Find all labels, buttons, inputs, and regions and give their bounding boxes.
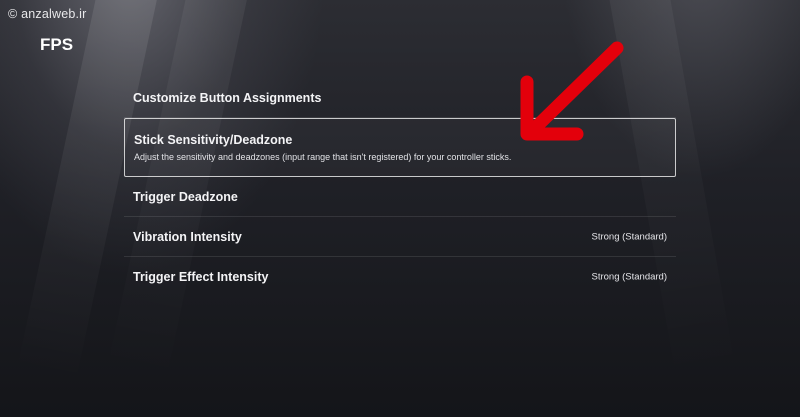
menu-item-label: Trigger Deadzone [133,189,238,204]
menu-item-description: Adjust the sensitivity and deadzones (in… [134,152,512,162]
menu-item-value: Strong (Standard) [591,231,667,242]
menu-item-value: Strong (Standard) [591,271,667,283]
menu-item-label: Trigger Effect Intensity [133,270,269,284]
menu-item-trigger-deadzone[interactable]: Trigger Deadzone [124,177,676,217]
menu-item-trigger-effect-intensity[interactable]: Trigger Effect Intensity Strong (Standar… [124,257,676,297]
page-title: FPS [40,35,74,54]
menu-item-vibration-intensity[interactable]: Vibration Intensity Strong (Standard) [124,217,676,257]
arrow-icon [520,41,624,141]
menu-item-label: Vibration Intensity [133,229,242,244]
watermark: © anzalweb.ir [8,7,87,21]
